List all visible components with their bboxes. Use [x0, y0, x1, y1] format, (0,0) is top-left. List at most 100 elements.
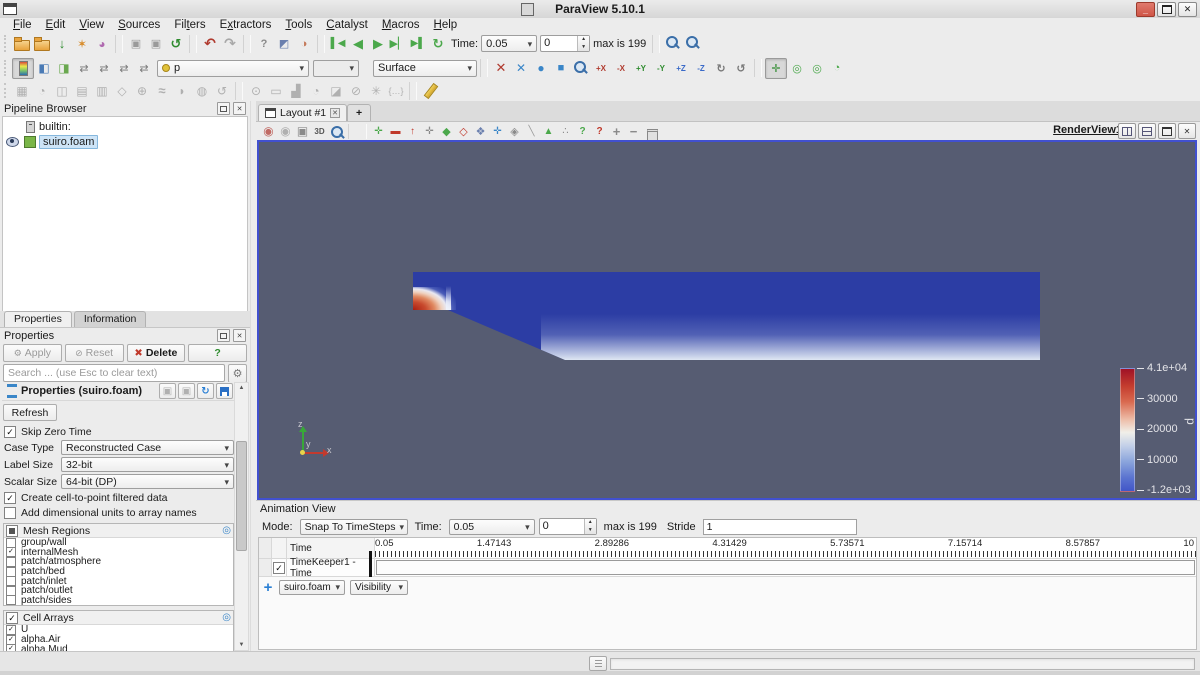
menu-extractors[interactable]: Extractors [213, 19, 279, 31]
python-calculator-icon[interactable]: {…} [386, 81, 406, 100]
menu-view[interactable]: View [72, 19, 111, 31]
copy-view-icon[interactable]: ▣ [294, 124, 311, 139]
checkbox[interactable] [6, 624, 16, 635]
minimize-button[interactable]: _ [1136, 2, 1155, 17]
rotate-90-ccw-icon[interactable]: ↺ [731, 59, 751, 78]
warp-icon[interactable]: ◗ [172, 81, 192, 100]
redo-icon[interactable]: ↷ [220, 34, 240, 53]
center-axes-visibility-icon[interactable]: ✛ [765, 57, 787, 79]
spinner-arrows-icon[interactable] [577, 36, 590, 51]
float-dock-icon[interactable] [217, 329, 230, 342]
reset-camera-icon[interactable]: ✕ [491, 59, 511, 78]
select-frustum-points-icon[interactable]: ✛ [421, 124, 438, 139]
checkbox[interactable] [4, 491, 16, 504]
checkbox[interactable] [4, 425, 16, 438]
stride-input[interactable]: 1 [702, 518, 857, 535]
stream-tracer-icon[interactable]: ⊕ [132, 81, 152, 100]
track-property-combobox[interactable]: Visibility [350, 579, 408, 595]
render-view-name[interactable]: RenderView1 [1053, 124, 1122, 136]
menu-edit[interactable]: Edit [39, 19, 73, 31]
server-connect-icon[interactable]: ▣ [126, 34, 146, 53]
menu-catalyst[interactable]: Catalyst [319, 19, 375, 31]
menu-help[interactable]: Help [427, 19, 465, 31]
capture-disabled-icon[interactable]: ◉ [277, 124, 294, 139]
reload-properties-icon[interactable]: ↻ [197, 383, 214, 399]
menu-file[interactable]: File [6, 19, 39, 31]
checkbox[interactable] [4, 506, 16, 519]
paste-properties-icon[interactable]: ▣ [178, 383, 195, 399]
probe-location-icon[interactable]: ⊙ [246, 81, 266, 100]
pick-rotation-center-icon[interactable]: ◎ [807, 59, 827, 78]
server-disconnect-icon[interactable]: ▣ [146, 34, 166, 53]
maximize-view-icon[interactable] [1158, 123, 1176, 139]
frame-spinbox[interactable]: 0 [540, 35, 591, 52]
representation-combobox[interactable]: Surface [373, 59, 477, 77]
point-tooltip-icon[interactable]: ? [591, 124, 608, 139]
gear-icon[interactable]: ⚙ [228, 364, 247, 383]
threshold-icon[interactable]: ▤ [72, 81, 92, 100]
skip-zero-time-row[interactable]: Skip Zero Time [4, 425, 234, 438]
set-view-plus-z-icon[interactable]: +Z [671, 59, 691, 78]
properties-scrollbar[interactable]: ▲ ▼ [234, 382, 249, 651]
previous-frame-icon[interactable]: ◀ [348, 34, 368, 53]
pipeline-item-source[interactable]: suiro.foam [3, 134, 247, 149]
delete-button[interactable]: ✖ Delete [126, 344, 186, 362]
calculator-icon[interactable]: ▦ [12, 81, 32, 100]
color-palette-icon[interactable]: ◑ [294, 34, 314, 53]
zoom-plus-icon[interactable] [683, 34, 703, 53]
clear-selection-icon[interactable] [642, 124, 659, 143]
auto-apply-icon[interactable]: ↺ [166, 34, 186, 53]
track-source-combobox[interactable]: suiro.foam [279, 579, 345, 595]
play-icon[interactable]: ▶ [368, 34, 388, 53]
rescale-custom-range-icon[interactable]: ⇄ [74, 59, 94, 78]
rescale-auto-icon[interactable]: ⇄ [134, 59, 154, 78]
show-rotation-center-icon[interactable]: ◎ [787, 59, 807, 78]
mesh-region-row[interactable]: patch/sides [4, 595, 233, 606]
checkbox[interactable] [6, 585, 16, 596]
copy-properties-icon[interactable]: ▣ [159, 383, 176, 399]
set-view-minus-x-icon[interactable]: -X [611, 59, 631, 78]
create-cell-to-point-row[interactable]: Create cell-to-point filtered data [4, 491, 234, 504]
add-track-button[interactable]: + [262, 579, 274, 596]
timeline-playhead[interactable] [369, 551, 372, 577]
select-camera-icon[interactable]: ∴ [557, 124, 574, 139]
timekeeper-track[interactable] [376, 560, 1195, 575]
menu-tools[interactable]: Tools [278, 19, 319, 31]
label-size-combobox[interactable]: 32-bit [61, 457, 234, 472]
set-view-minus-y-icon[interactable]: -Y [651, 59, 671, 78]
close-dock-icon[interactable] [233, 329, 246, 342]
spinner-arrows-icon[interactable] [583, 519, 596, 534]
color-by-combobox[interactable]: p [157, 59, 309, 77]
set-view-plus-y-icon[interactable]: +Y [631, 59, 651, 78]
plot-over-time-icon[interactable]: ◔ [306, 81, 326, 100]
checkbox[interactable] [6, 556, 16, 567]
case-type-combobox[interactable]: Reconstructed Case [61, 440, 234, 455]
pipeline-item-builtin[interactable]: builtin: [3, 119, 247, 134]
anim-frame-spinbox[interactable]: 0 [538, 518, 597, 535]
checkbox[interactable] [6, 576, 16, 587]
reset-camera-closest-icon[interactable]: ● [531, 59, 551, 78]
close-tab-icon[interactable]: ✕ [330, 108, 340, 118]
timekeeper-row[interactable]: TimeKeeper1 - Time [259, 557, 1196, 579]
zoom-to-box-icon[interactable] [328, 124, 345, 139]
checkbox[interactable] [6, 547, 16, 558]
select-points-on-icon[interactable]: ▬ [387, 124, 404, 139]
close-button[interactable]: ✕ [1178, 2, 1197, 17]
add-dimensional-units-row[interactable]: Add dimensional units to array names [4, 506, 234, 519]
target-icon[interactable]: ◎ [222, 612, 231, 623]
menu-macros[interactable]: Macros [375, 19, 427, 31]
hover-points-icon[interactable]: ▲ [540, 124, 557, 139]
save-screenshot-icon[interactable]: ✶ [72, 34, 92, 53]
find-data-icon[interactable]: ◩ [274, 34, 294, 53]
zoom-to-box-icon[interactable] [571, 59, 591, 78]
menu-filters[interactable]: Filters [167, 19, 212, 31]
checkbox[interactable] [6, 595, 16, 606]
select-frustum-cells-icon[interactable]: ↑ [404, 124, 421, 139]
apply-button[interactable]: ⚙ Apply [3, 344, 62, 362]
toggle-color-legend-icon[interactable] [12, 57, 34, 79]
scroll-up-icon[interactable]: ▲ [235, 383, 248, 393]
last-frame-icon[interactable]: ▶▌ [408, 34, 428, 53]
cell-arrays-header[interactable]: Cell Arrays ◎ [4, 611, 233, 626]
tab-layout-1[interactable]: Layout #1 ✕ [258, 104, 347, 121]
edit-color-map-pencil-icon[interactable] [420, 81, 440, 100]
